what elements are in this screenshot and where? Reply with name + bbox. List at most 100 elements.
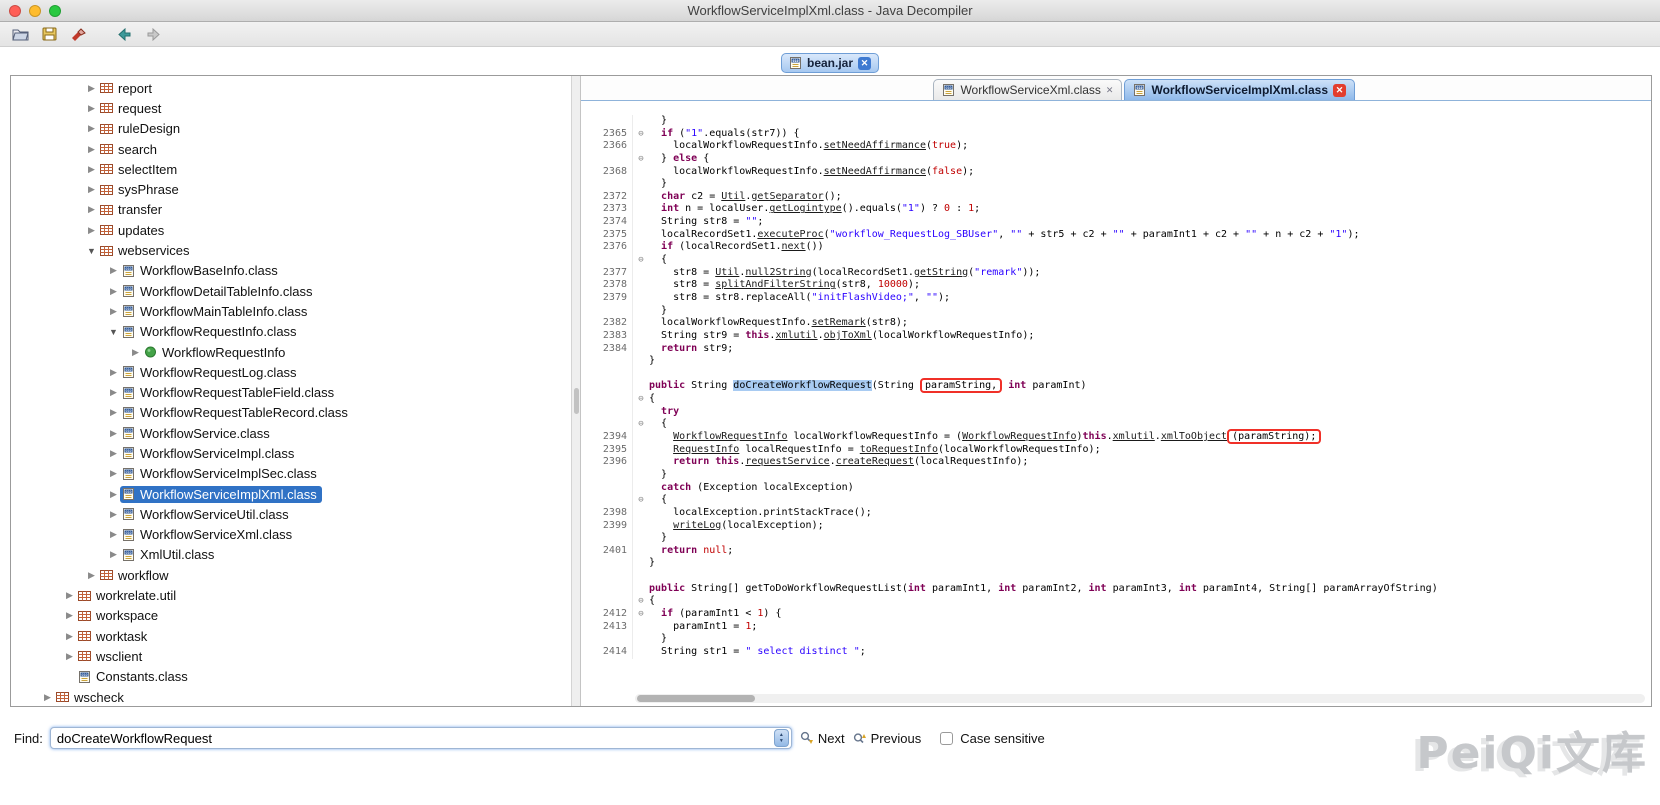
tree-item[interactable]: ▶worktask — [11, 626, 571, 646]
chevron-right-icon[interactable]: ▶ — [85, 123, 98, 134]
code-link[interactable]: Util — [721, 191, 745, 202]
tree-item[interactable]: ▶wscheck — [11, 687, 571, 706]
tree-item[interactable]: ▶010WorkflowBaseInfo.class — [11, 261, 571, 281]
tree-item[interactable]: ▶WorkflowRequestInfo — [11, 342, 571, 362]
code-link[interactable]: xmlutil — [775, 330, 817, 341]
close-icon[interactable]: ✕ — [858, 57, 871, 70]
code-link[interactable]: createRequest — [836, 456, 914, 467]
chevron-right-icon[interactable]: ▶ — [85, 204, 98, 215]
code-link[interactable]: toRequestInfo — [860, 444, 938, 455]
tree-item[interactable]: ▶010WorkflowRequestTableRecord.class — [11, 403, 571, 423]
fold-icon[interactable]: ⊖ — [633, 595, 649, 608]
chevron-right-icon[interactable]: ▶ — [107, 529, 120, 540]
tree-item[interactable]: ▶transfer — [11, 200, 571, 220]
code-link[interactable]: setRemark — [812, 317, 866, 328]
find-previous-button[interactable]: Previous — [852, 731, 922, 746]
chevron-right-icon[interactable]: ▶ — [63, 631, 76, 642]
tree-item[interactable]: ▼010WorkflowRequestInfo.class — [11, 322, 571, 342]
chevron-right-icon[interactable]: ▶ — [129, 347, 142, 358]
chevron-right-icon[interactable]: ▶ — [85, 225, 98, 236]
zoom-window-button[interactable] — [49, 5, 61, 17]
code-link[interactable]: requestService — [745, 456, 829, 467]
code-link[interactable]: executeProc — [757, 229, 823, 240]
code-link[interactable]: WorkflowRequestInfo — [673, 431, 787, 442]
code-link[interactable]: splitAndFilterString — [715, 279, 835, 290]
editor-tab[interactable]: 010WorkflowServiceXml.class✕ — [933, 79, 1122, 100]
chevron-right-icon[interactable]: ▶ — [107, 306, 120, 317]
chevron-right-icon[interactable]: ▶ — [107, 286, 120, 297]
fold-icon[interactable]: ⊖ — [633, 608, 649, 621]
fold-icon[interactable]: ⊖ — [633, 393, 649, 406]
close-icon[interactable]: ✕ — [1333, 84, 1346, 97]
fold-icon[interactable]: ⊖ — [633, 254, 649, 267]
fold-icon[interactable]: ⊖ — [633, 128, 649, 141]
chevron-right-icon[interactable]: ▶ — [63, 651, 76, 662]
code-link[interactable]: objToXml — [824, 330, 872, 341]
code-link[interactable]: xmlToObject — [1161, 431, 1227, 442]
chevron-right-icon[interactable]: ▶ — [107, 468, 120, 479]
chevron-right-icon[interactable]: ▶ — [85, 103, 98, 114]
chevron-right-icon[interactable]: ▶ — [107, 367, 120, 378]
code-link[interactable]: Util — [715, 267, 739, 278]
tree-item[interactable]: ▶ruleDesign — [11, 119, 571, 139]
tree-item[interactable]: ▶search — [11, 139, 571, 159]
code-link[interactable]: getLogintype — [769, 203, 841, 214]
code-link[interactable]: null2String — [745, 267, 811, 278]
chevron-right-icon[interactable]: ▶ — [107, 387, 120, 398]
chevron-right-icon[interactable]: ▶ — [107, 407, 120, 418]
tree-item[interactable]: ▶request — [11, 98, 571, 118]
code-link[interactable]: RequestInfo — [673, 444, 739, 455]
tree-item[interactable]: 010Constants.class — [11, 667, 571, 687]
jar-tab[interactable]: 010 bean.jar ✕ — [781, 53, 879, 73]
tree-item[interactable]: ▶workrelate.util — [11, 585, 571, 605]
save-all-sources-icon[interactable] — [39, 25, 59, 43]
close-window-button[interactable] — [9, 5, 21, 17]
tree-item[interactable]: ▶workspace — [11, 606, 571, 626]
open-file-icon[interactable] — [10, 25, 30, 43]
tree-item[interactable]: ▶010WorkflowServiceImplSec.class — [11, 464, 571, 484]
close-icon[interactable]: ✕ — [1106, 84, 1114, 96]
code-link[interactable]: WorkflowRequestInfo — [962, 431, 1076, 442]
chevron-right-icon[interactable]: ▶ — [63, 610, 76, 621]
code-link[interactable]: getString — [914, 267, 968, 278]
chevron-right-icon[interactable]: ▶ — [85, 83, 98, 94]
case-sensitive-checkbox[interactable] — [940, 732, 953, 745]
chevron-right-icon[interactable]: ▶ — [85, 164, 98, 175]
find-input[interactable] — [50, 727, 792, 749]
tree-item[interactable]: ▶010XmlUtil.class — [11, 545, 571, 565]
horizontal-scrollbar[interactable] — [635, 694, 1645, 703]
tree-item[interactable]: ▶report — [11, 78, 571, 98]
code-link[interactable]: getSeparator — [751, 191, 823, 202]
fold-icon[interactable]: ⊖ — [633, 418, 649, 431]
code-view[interactable]: }2365⊖ if ("1".equals(str7)) {2366 local… — [581, 101, 1651, 706]
tree-item[interactable]: ▼webservices — [11, 240, 571, 260]
tree-item[interactable]: ▶010WorkflowDetailTableInfo.class — [11, 281, 571, 301]
find-next-button[interactable]: Next — [799, 731, 845, 746]
chevron-right-icon[interactable]: ▶ — [107, 428, 120, 439]
search-history-stepper[interactable]: ▲▼ — [774, 729, 789, 747]
chevron-right-icon[interactable]: ▶ — [41, 692, 54, 703]
code-link[interactable]: writeLog — [673, 520, 721, 531]
tree-item[interactable]: ▶010WorkflowService.class — [11, 423, 571, 443]
chevron-down-icon[interactable]: ▼ — [107, 327, 120, 337]
tree-item[interactable]: ▶workflow — [11, 565, 571, 585]
chevron-right-icon[interactable]: ▶ — [107, 549, 120, 560]
chevron-right-icon[interactable]: ▶ — [107, 265, 120, 276]
tree-item[interactable]: ▶010WorkflowServiceUtil.class — [11, 504, 571, 524]
code-link[interactable]: xmlutil — [1113, 431, 1155, 442]
tree-item[interactable]: ▶010WorkflowServiceImplXml.class — [11, 484, 571, 504]
fold-icon[interactable]: ⊖ — [633, 494, 649, 507]
chevron-right-icon[interactable]: ▶ — [107, 509, 120, 520]
chevron-right-icon[interactable]: ▶ — [107, 489, 120, 500]
fold-icon[interactable]: ⊖ — [633, 153, 649, 166]
tree-item[interactable]: ▶010WorkflowServiceXml.class — [11, 525, 571, 545]
minimize-window-button[interactable] — [29, 5, 41, 17]
tree-item[interactable]: ▶wsclient — [11, 646, 571, 666]
forward-icon[interactable] — [143, 25, 163, 43]
horizontal-scrollbar-thumb[interactable] — [637, 695, 755, 702]
chevron-right-icon[interactable]: ▶ — [85, 570, 98, 581]
tree-item[interactable]: ▶updates — [11, 220, 571, 240]
code-link[interactable]: setNeedAffirmance — [824, 140, 926, 151]
chevron-right-icon[interactable]: ▶ — [85, 184, 98, 195]
back-icon[interactable] — [114, 25, 134, 43]
